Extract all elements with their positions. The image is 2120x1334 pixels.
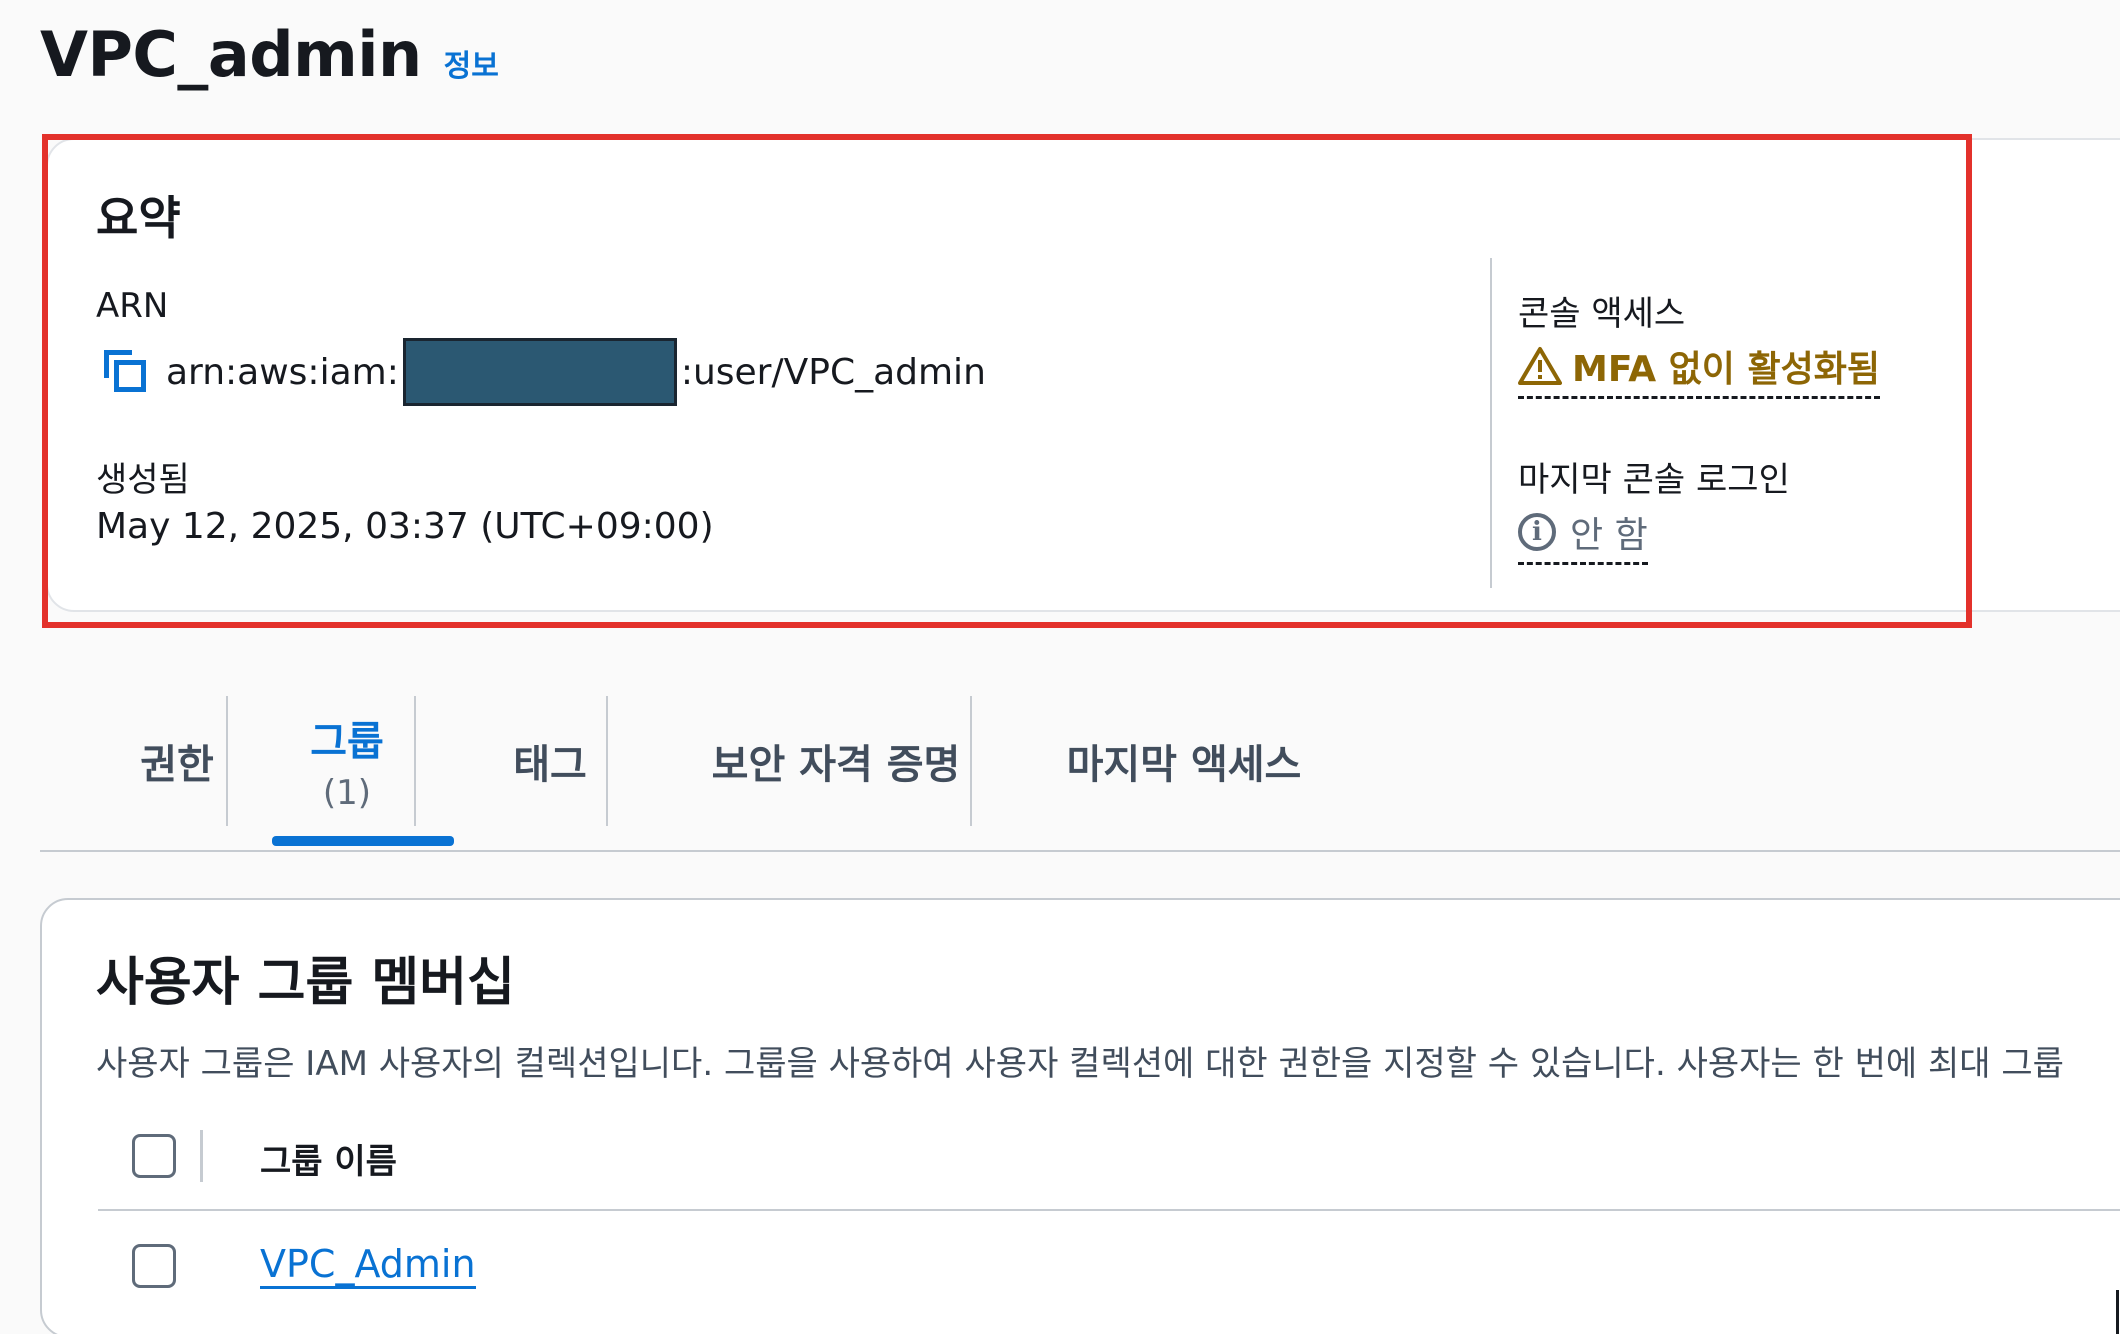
active-tab-indicator (272, 836, 454, 846)
warning-icon (1518, 347, 1562, 385)
tab-tags[interactable]: 태그 (460, 696, 640, 826)
tab-label: 태그 (513, 742, 587, 788)
tab-label: 권한 (140, 742, 214, 788)
copy-icon[interactable] (104, 350, 148, 394)
edge-mark (2116, 1290, 2119, 1334)
tab-label: 보안 자격 증명 (711, 742, 961, 788)
tab-groups[interactable]: 그룹 (1) (232, 696, 462, 826)
summary-column-divider (1490, 258, 1492, 588)
group-name-link[interactable]: VPC_Admin (260, 1243, 476, 1289)
column-separator (200, 1130, 203, 1182)
arn-suffix: :user/VPC_admin (680, 351, 986, 393)
row-checkbox[interactable] (132, 1244, 176, 1288)
created-value: May 12, 2025, 03:37 (UTC+09:00) (96, 506, 714, 547)
page-header: VPC_admin 정보 (40, 18, 499, 91)
tab-separator (226, 696, 228, 826)
tabs-bottom-border (40, 850, 2120, 852)
summary-title: 요약 (96, 191, 181, 245)
tab-separator (414, 696, 416, 826)
tab-separator (970, 696, 972, 826)
console-access-value: MFA 없이 활성화됨 (1572, 349, 1880, 390)
arn-label: ARN (96, 286, 169, 326)
select-all-checkbox[interactable] (132, 1134, 176, 1178)
info-circle-icon: i (1518, 513, 1556, 551)
group-membership-description: 사용자 그룹은 IAM 사용자의 컬렉션입니다. 그룹을 사용하여 사용자 컬렉… (96, 1044, 2064, 1084)
last-login-value: 안 함 (1570, 515, 1648, 556)
table-row-divider (98, 1209, 2120, 1211)
column-header-group-name[interactable]: 그룹 이름 (260, 1134, 397, 1183)
created-label: 생성됨 (96, 460, 190, 500)
arn-value-row: arn:aws:iam: :user/VPC_admin (104, 338, 986, 406)
tab-security-credentials[interactable]: 보안 자격 증명 (636, 696, 1036, 826)
tab-count: (1) (322, 773, 372, 813)
tab-separator (606, 696, 608, 826)
tab-label: 마지막 액세스 (1066, 742, 1302, 788)
tab-last-accessed[interactable]: 마지막 액세스 (1016, 696, 1352, 826)
console-access-status[interactable]: MFA 없이 활성화됨 (1518, 340, 1880, 399)
last-login-label: 마지막 콘솔 로그인 (1518, 460, 1790, 500)
info-link[interactable]: 정보 (444, 41, 499, 85)
tab-bar: 권한 그룹 (1) 태그 보안 자격 증명 마지막 액세스 (40, 696, 2120, 854)
arn-prefix: arn:aws:iam: (166, 351, 399, 393)
console-access-label: 콘솔 액세스 (1518, 294, 1686, 334)
redacted-account-id (402, 338, 677, 406)
last-login-status[interactable]: i 안 함 (1518, 506, 1648, 565)
page-title: VPC_admin (40, 18, 422, 91)
iam-user-detail-page: VPC_admin 정보 요약 ARN arn:aws:iam: :user/V… (0, 0, 2120, 1334)
group-membership-title: 사용자 그룹 멤버십 (96, 953, 515, 1013)
tab-label: 그룹 (310, 719, 384, 765)
